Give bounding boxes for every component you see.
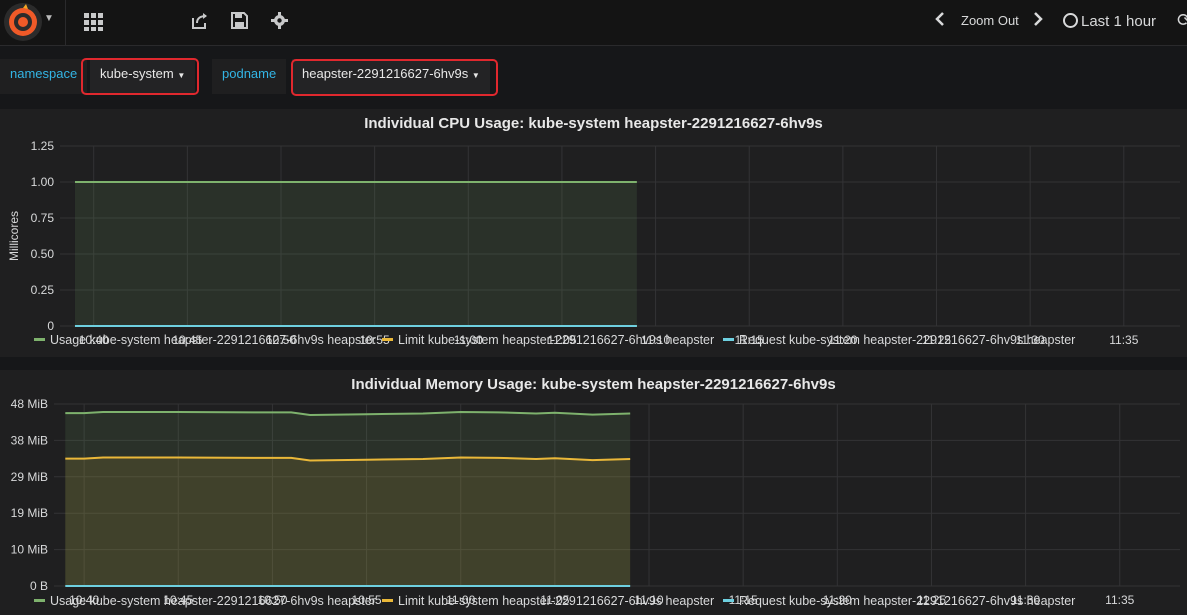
y-tick-label: 29 MiB [11,470,48,484]
top-navbar: ▼ Zoom Out Last 1 hour ⟳ [0,0,1187,46]
series-area-0 [74,182,637,326]
chevron-left-icon[interactable] [935,11,945,32]
y-tick-label: 38 MiB [11,433,48,447]
legend-item[interactable]: Request kube-system heapster-2291216627-… [723,333,1075,347]
memory-usage-panel[interactable]: Individual Memory Usage: kube-system hea… [0,370,1187,615]
legend-swatch [723,338,734,342]
share-icon[interactable] [191,12,209,36]
grafana-logo-icon[interactable] [4,3,42,41]
x-tick-label: 11:35 [1105,593,1134,607]
y-tick-label: 48 MiB [11,397,48,411]
y-tick-label: 0.50 [31,247,55,261]
memory-panel-title: Individual Memory Usage: kube-system hea… [351,376,836,393]
legend-swatch [34,338,45,342]
namespace-highlight-box [81,58,199,95]
memory-usage-chart[interactable]: 0 B10 MiB19 MiB29 MiB38 MiB48 MiB10:40 10… [0,392,1187,607]
menu-caret-icon[interactable]: ▼ [44,13,54,24]
podname-variable-label: podname [212,59,287,94]
y-axis-label: Millicores [7,211,21,261]
template-variables-bar: namespace kube-system ▼ podname heapster… [0,46,1187,108]
save-icon[interactable] [231,12,248,35]
legend-item[interactable]: Usage kube-system heapster-2291216627-6h… [34,594,376,608]
x-tick-label: 11:35 [1109,333,1138,346]
legend-label: Usage kube-system heapster-2291216627-6h… [50,333,376,347]
legend-label: Limit kube-system heapster-2291216627-6h… [398,594,715,608]
dashboards-icon[interactable] [83,12,105,38]
zoom-out-button[interactable]: Zoom Out [961,13,1019,28]
series-area-1 [65,457,631,586]
namespace-variable-label: namespace [0,59,88,94]
y-tick-label: 0 [47,319,54,333]
y-tick-label: 10 MiB [11,543,48,557]
legend-label: Request kube-system heapster-2291216627-… [739,333,1076,347]
legend-swatch [34,599,45,603]
legend-swatch [382,599,393,603]
cpu-panel-title: Individual CPU Usage: kube-system heapst… [364,115,823,132]
legend-item[interactable]: Usage kube-system heapster-2291216627-6h… [34,333,376,347]
settings-icon[interactable] [271,12,288,35]
y-tick-label: 1.00 [31,175,55,189]
cpu-usage-chart[interactable]: 00.250.500.751.001.2510:40 10:45 10:50 10:5… [0,131,1187,346]
legend-item[interactable]: Limit kube-system heapster-2291216627-6h… [382,333,714,347]
legend-label: Request kube-system heapster-2291216627-… [739,594,1076,608]
y-tick-label: 1.25 [31,139,55,153]
y-tick-label: 0.25 [31,283,55,297]
refresh-icon[interactable]: ⟳ [1177,10,1187,31]
chevron-right-icon[interactable] [1033,11,1043,32]
time-range-picker[interactable]: Last 1 hour [1081,13,1156,30]
toolbar-divider [65,0,66,45]
y-tick-label: 19 MiB [11,506,48,520]
y-tick-label: 0 B [30,579,48,593]
cpu-usage-panel[interactable]: Individual CPU Usage: kube-system heapst… [0,109,1187,357]
y-tick-label: 0.75 [31,211,55,225]
legend-item[interactable]: Limit kube-system heapster-2291216627-6h… [382,594,714,608]
legend-swatch [382,338,393,342]
legend-label: Limit kube-system heapster-2291216627-6h… [398,333,715,347]
legend-label: Usage kube-system heapster-2291216627-6h… [50,594,376,608]
legend-item[interactable]: Request kube-system heapster-2291216627-… [723,594,1075,608]
podname-highlight-box [291,59,498,96]
legend-swatch [723,599,734,603]
clock-icon[interactable] [1063,13,1078,28]
